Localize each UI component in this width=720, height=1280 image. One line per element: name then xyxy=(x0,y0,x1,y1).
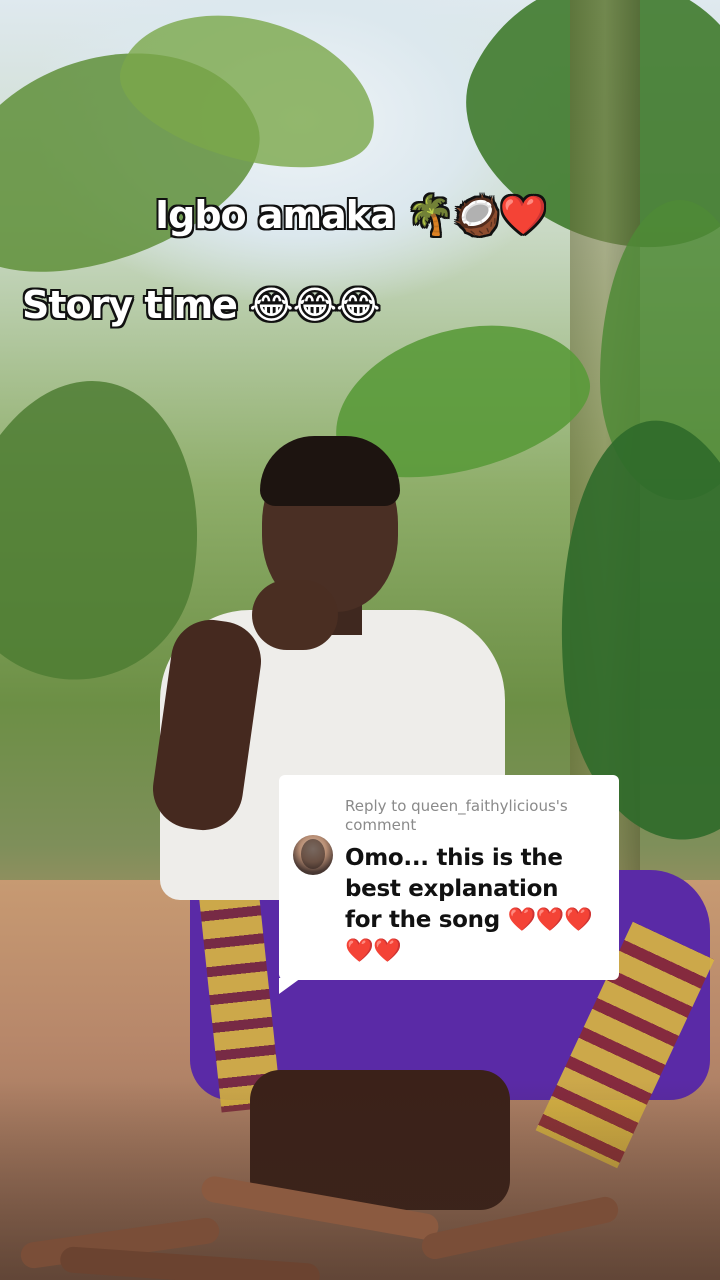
reply-header: Reply to queen_faithylicious's comment xyxy=(345,797,568,834)
reply-comment-text: Omo... this is the best explanation for … xyxy=(345,845,593,964)
speech-bubble-tail xyxy=(279,978,301,994)
pointing-hand xyxy=(252,580,338,650)
commenter-avatar xyxy=(293,835,333,875)
reply-comment-sticker[interactable]: Reply to queen_faithylicious's comment O… xyxy=(279,775,619,994)
caption-subtitle: Story time 😂😂😂 xyxy=(22,283,380,327)
braided-hair xyxy=(260,436,400,506)
caption-title: Igbo amaka 🌴🥥❤️ xyxy=(155,193,547,237)
video-background xyxy=(0,0,720,1280)
